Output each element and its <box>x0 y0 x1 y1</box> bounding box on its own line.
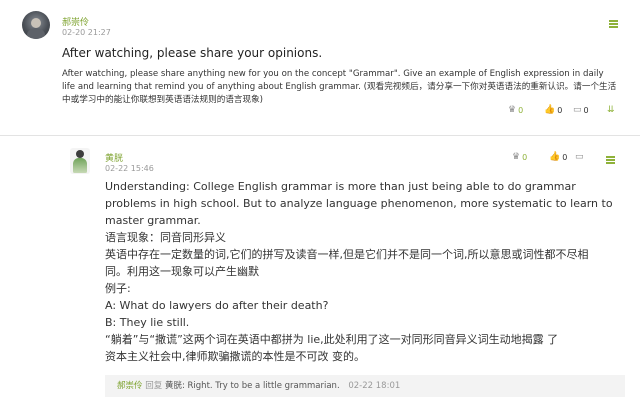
download-button[interactable]: ⇊ <box>607 105 615 115</box>
trophy-icon: ♛ <box>508 105 517 115</box>
post-card: 郝崇伶 02-20 21:27 After watching, please s… <box>0 0 640 136</box>
reply-like-stat[interactable]: 👍 0 <box>549 152 567 162</box>
reply-line: 同。利用这一现象可以产生幽默 <box>105 265 259 278</box>
post-body: After watching, please share anything ne… <box>62 69 617 105</box>
comment-icon: ▭ <box>573 105 582 115</box>
comment-stat[interactable]: ▭ 0 <box>573 105 589 115</box>
post-username[interactable]: 郝崇伶 <box>62 15 89 28</box>
sub-reply-text: Right. Try to be a little grammarian. <box>187 381 340 391</box>
post-title: After watching, please share your opinio… <box>62 46 323 60</box>
sub-reply-target[interactable]: 黄胱: <box>165 381 185 391</box>
reply-trophy-stat[interactable]: ♛ 0 <box>512 152 527 162</box>
reply-line: Understanding: College English grammar i… <box>105 180 576 193</box>
reply-line: 英语中存在一定数量的词,它们的拼写及读音一样,但是它们并不是同一个词,所以意思或… <box>105 248 589 261</box>
comment-count: 0 <box>583 105 589 115</box>
reply-line: master grammar. <box>105 214 201 227</box>
thumbs-up-icon: 👍 <box>544 105 556 115</box>
reply-line: B: They lie still. <box>105 316 190 329</box>
reply-trophy-count: 0 <box>522 152 528 162</box>
post-timestamp: 02-20 21:27 <box>62 28 111 37</box>
reply-username[interactable]: 黄胱 <box>105 151 123 164</box>
reply-timestamp: 02-22 15:46 <box>105 164 154 173</box>
reply-line: problems in high school. But to analyze … <box>105 197 613 210</box>
comment-icon: ▭ <box>575 152 584 162</box>
trophy-icon: ♛ <box>512 152 521 162</box>
reply-avatar[interactable] <box>70 148 90 174</box>
reply-line: A: What do lawyers do after their death? <box>105 299 329 312</box>
avatar[interactable] <box>22 11 50 39</box>
thumbs-up-icon: 👍 <box>549 152 561 162</box>
reply-line: 语言现象：同音同形异义 <box>105 231 226 244</box>
download-icon: ⇊ <box>607 105 615 115</box>
reply-line: 资本主义社会中,律师欺骗撒谎的本性是不可改 变的。 <box>105 350 365 363</box>
reply-body: Understanding: College English grammar i… <box>105 178 625 365</box>
reply-like-count: 0 <box>562 152 568 162</box>
reply-line: “躺着”与“撒谎”这两个词在英语中都拼为 lie,此处利用了这一对同形同音异义词… <box>105 333 559 346</box>
reply-line: 例子: <box>105 282 131 295</box>
reply-menu-icon[interactable] <box>606 156 615 164</box>
trophy-stat[interactable]: ♛ 0 <box>508 105 523 115</box>
reply-comment-button[interactable]: ▭ <box>575 152 584 162</box>
like-stat[interactable]: 👍 0 <box>544 105 562 115</box>
trophy-count: 0 <box>518 105 524 115</box>
menu-icon[interactable] <box>609 20 618 28</box>
sub-reply-label: 回复 <box>145 381 163 391</box>
sub-reply: 郝崇伶 回复 黄胱: Right. Try to be a little gra… <box>105 375 625 397</box>
like-count: 0 <box>557 105 563 115</box>
sub-reply-timestamp: 02-22 18:01 <box>348 381 401 391</box>
sub-reply-username[interactable]: 郝崇伶 <box>117 381 143 391</box>
